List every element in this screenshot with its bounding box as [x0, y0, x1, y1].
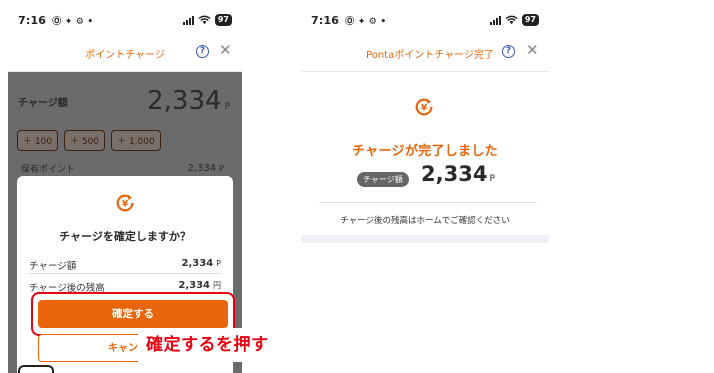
wifi-icon: [505, 15, 518, 25]
svg-text:¥: ¥: [122, 199, 129, 210]
status-time: 7:16 Ⓞ ✦ ⚙ •: [311, 14, 387, 27]
signal-icon: [489, 15, 501, 25]
quick-add-chips: ＋ 100 ＋ 500 ＋ 1,000: [17, 130, 161, 151]
yen-refresh-icon: ¥: [116, 194, 134, 212]
status-time: 7:16 Ⓞ ✦ ⚙ •: [18, 14, 94, 27]
help-icon[interactable]: ?: [502, 45, 515, 58]
status-icons: Ⓞ ✦ ⚙ •: [345, 17, 387, 27]
close-icon[interactable]: ✕: [526, 43, 539, 58]
holdings-value: 2,334 P: [187, 163, 224, 174]
bottom-band: [301, 235, 549, 243]
charge-amount-badge: チャージ額: [357, 172, 409, 187]
home-indicator: [18, 365, 54, 373]
charge-amount-detail: チャージ額 2,334 P: [29, 258, 221, 272]
wifi-icon: [198, 15, 211, 25]
annotation-caption: 確定するを押す: [138, 328, 277, 362]
detail-label: チャージ額: [29, 261, 77, 272]
charge-label: チャージ額: [18, 98, 68, 109]
confirm-charge-screen: 7:16 Ⓞ ✦ ⚙ • 97 ポイントチャージ ? ✕ チャージ額 2,334…: [8, 8, 242, 373]
complete-content: ¥ チャージが完了しました チャージ額 2,334 P チャージ後の残高はホームで…: [301, 72, 549, 243]
confirm-title: チャージを確定しますか？: [59, 230, 191, 243]
battery-badge: 97: [521, 14, 539, 26]
nav-bar: ポイントチャージ ? ✕: [8, 34, 242, 72]
help-icon[interactable]: ?: [196, 45, 209, 58]
holdings-label: 保有ポイント: [21, 165, 76, 175]
detail-divider: [29, 273, 221, 274]
charge-amount-row: チャージ額 2,334 P: [8, 86, 242, 116]
charge-amount: 2,334 P: [147, 86, 230, 116]
yen-refresh-icon: ¥: [415, 98, 433, 116]
add-1000-button[interactable]: ＋ 1,000: [111, 130, 161, 151]
charge-complete-screen: 7:16 Ⓞ ✦ ⚙ • 97 Pontaポイントチャージ完了 ? ✕ ¥ チャ…: [301, 8, 549, 243]
battery-badge: 97: [214, 14, 232, 26]
close-icon[interactable]: ✕: [219, 43, 232, 58]
complete-title: チャージが完了しました: [352, 144, 498, 159]
add-500-button[interactable]: ＋ 500: [64, 130, 106, 151]
status-icons: Ⓞ ✦ ⚙ •: [52, 17, 94, 27]
svg-text:¥: ¥: [421, 103, 428, 114]
balance-note: チャージ後の残高はホームでご確認ください: [340, 216, 510, 226]
signal-icon: [182, 15, 194, 25]
status-bar: 7:16 Ⓞ ✦ ⚙ • 97: [8, 8, 242, 34]
content-divider: [319, 202, 537, 203]
nav-bar: Pontaポイントチャージ完了 ? ✕: [301, 34, 549, 72]
add-100-button[interactable]: ＋ 100: [17, 130, 59, 151]
detail-value: 2,334 円: [178, 280, 221, 291]
charged-amount: 2,334 P: [421, 162, 495, 186]
status-bar: 7:16 Ⓞ ✦ ⚙ • 97: [301, 8, 549, 34]
screenshot-canvas: 7:16 Ⓞ ✦ ⚙ • 97 ポイントチャージ ? ✕ チャージ額 2,334…: [0, 0, 714, 373]
detail-value: 2,334 P: [181, 258, 221, 269]
